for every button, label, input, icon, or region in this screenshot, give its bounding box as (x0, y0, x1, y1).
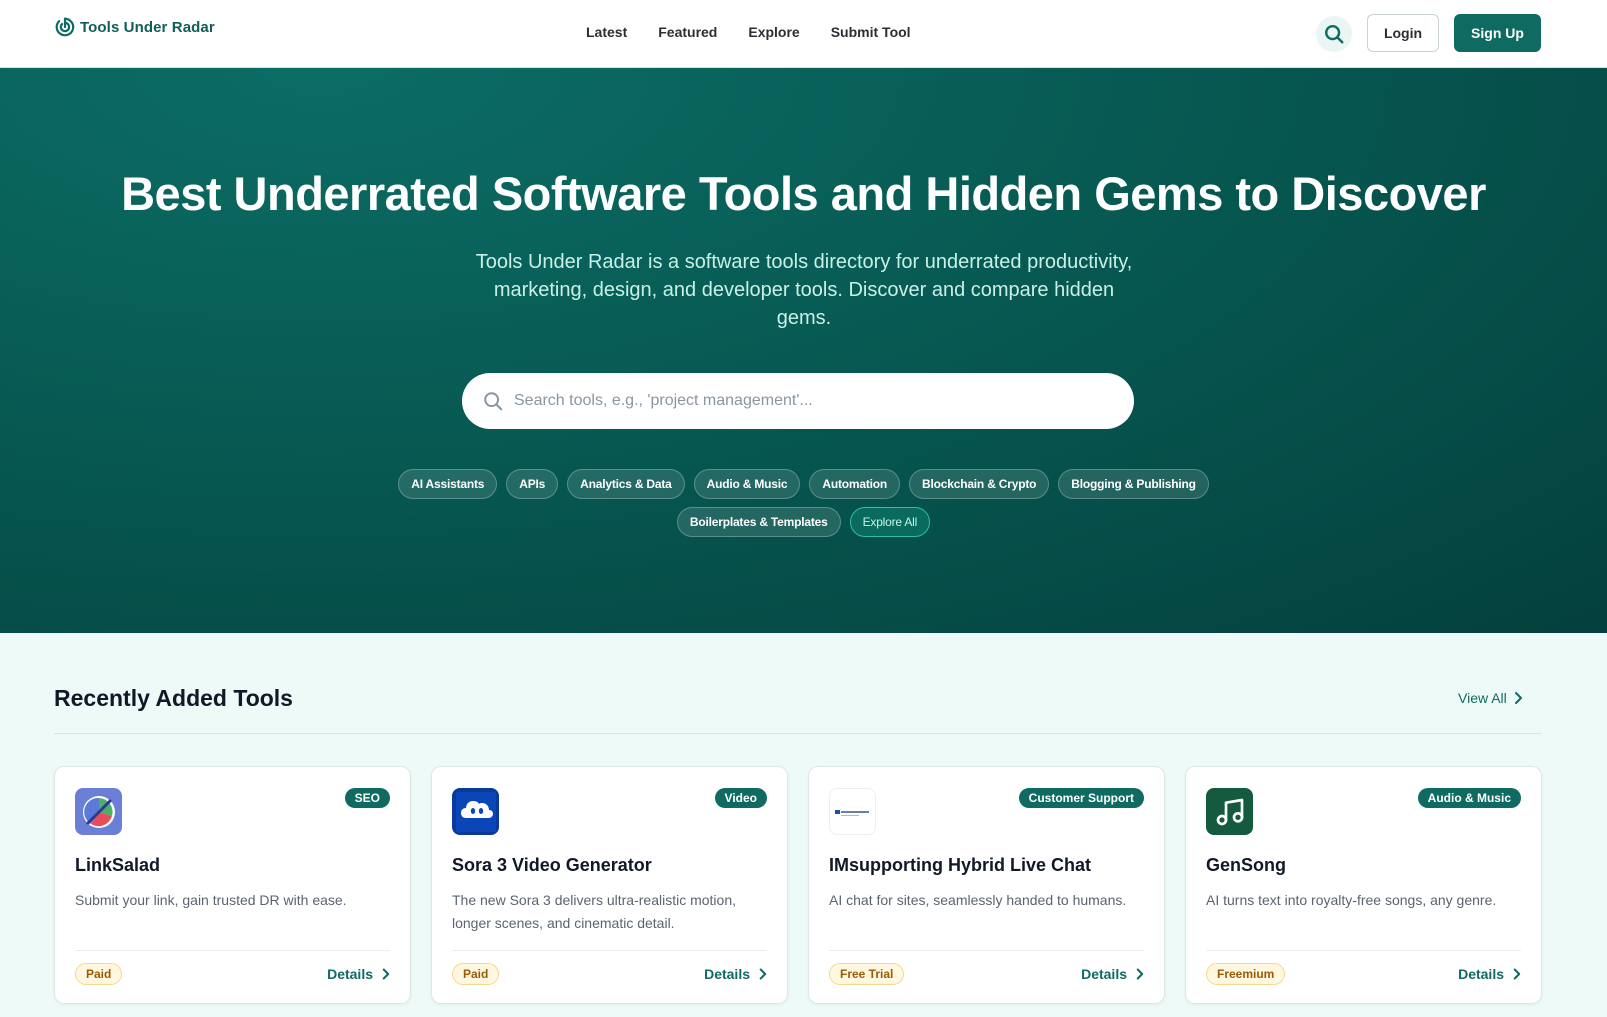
site-logo[interactable]: Tools Under Radar (54, 16, 215, 38)
section-divider (54, 733, 1541, 734)
category-chips-row-1: AI Assistants APIs Analytics & Data Audi… (0, 469, 1607, 499)
tool-card-imsupporting[interactable]: Customer Support IMsupporting Hybrid Liv… (808, 766, 1165, 1004)
hero-subtitle: Tools Under Radar is a software tools di… (475, 251, 1133, 329)
chevron-right-icon (382, 968, 390, 980)
category-badge: Video (714, 788, 767, 808)
chip-blockchain-crypto[interactable]: Blockchain & Crypto (909, 469, 1050, 499)
search-icon (484, 392, 503, 411)
header-search-button[interactable] (1316, 16, 1352, 52)
chip-ai-assistants[interactable]: AI Assistants (398, 469, 498, 499)
sora-logo (452, 788, 499, 835)
category-badge: Audio & Music (1417, 788, 1521, 808)
tool-description: AI turns text into royalty-free songs, a… (1206, 892, 1497, 908)
details-link[interactable]: Details (704, 966, 767, 982)
chip-analytics-data[interactable]: Analytics & Data (567, 469, 685, 499)
category-chips-row-2: Boilerplates & Templates Explore All (0, 507, 1607, 537)
chip-blogging-publishing[interactable]: Blogging & Publishing (1058, 469, 1209, 499)
tool-name[interactable]: LinkSalad (75, 855, 160, 876)
card-divider (452, 950, 767, 951)
details-label: Details (1081, 966, 1127, 982)
category-badge: Customer Support (1018, 788, 1144, 808)
tool-description: AI chat for sites, seamlessly handed to … (829, 892, 1127, 908)
logo-text: Tools Under Radar (80, 18, 215, 36)
chip-apis[interactable]: APIs (506, 469, 559, 499)
tool-card-linksalad[interactable]: SEO LinkSalad Submit your link, gain tru… (54, 766, 411, 1004)
pricing-badge: Paid (75, 963, 123, 985)
details-label: Details (327, 966, 373, 982)
tool-description: Submit your link, gain trusted DR with e… (75, 892, 347, 908)
details-label: Details (704, 966, 750, 982)
pricing-badge: Freemium (1206, 963, 1286, 985)
nav-explore[interactable]: Explore (748, 24, 799, 40)
tool-name[interactable]: GenSong (1206, 855, 1286, 876)
view-all-link[interactable]: View All (1458, 690, 1523, 706)
chip-automation[interactable]: Automation (809, 469, 901, 499)
tool-name[interactable]: IMsupporting Hybrid Live Chat (829, 855, 1091, 876)
tool-name[interactable]: Sora 3 Video Generator (452, 855, 652, 876)
imsupporting-logo-icon (834, 809, 869, 816)
chip-explore-all[interactable]: Explore All (849, 507, 931, 537)
search-icon (1325, 25, 1344, 44)
main-nav: Latest Featured Explore Submit Tool (586, 24, 911, 40)
tool-description: The new Sora 3 delivers ultra-realistic … (452, 892, 737, 931)
chip-audio-music[interactable]: Audio & Music (693, 469, 801, 499)
radar-logo-icon (55, 17, 75, 37)
pricing-badge: Free Trial (829, 963, 905, 985)
details-link[interactable]: Details (1458, 966, 1521, 982)
section-title: Recently Added Tools (54, 685, 293, 711)
imsupporting-logo (829, 788, 876, 835)
details-label: Details (1458, 966, 1504, 982)
chip-boilerplates-templates[interactable]: Boilerplates & Templates (676, 507, 841, 537)
tool-card-gensong[interactable]: Audio & Music GenSong AI turns text into… (1185, 766, 1542, 1004)
chevron-right-icon (759, 968, 767, 980)
linksalad-logo (75, 788, 122, 835)
category-badge: SEO (344, 788, 390, 808)
card-divider (829, 950, 1144, 951)
hero-search-input[interactable] (514, 392, 1114, 410)
music-note-icon (1216, 798, 1243, 825)
signup-button[interactable]: Sign Up (1454, 14, 1541, 52)
chevron-right-icon (1513, 968, 1521, 980)
tool-card-sora-3[interactable]: Video Sora 3 Video Generator The new Sor… (431, 766, 788, 1004)
nav-featured[interactable]: Featured (658, 24, 717, 40)
details-link[interactable]: Details (327, 966, 390, 982)
pricing-badge: Paid (452, 963, 500, 985)
card-divider (1206, 950, 1521, 951)
hero-title: Best Underrated Software Tools and Hidde… (121, 167, 1486, 220)
nav-latest[interactable]: Latest (586, 24, 627, 40)
view-all-label: View All (1458, 690, 1507, 706)
gensong-logo (1206, 788, 1253, 835)
details-link[interactable]: Details (1081, 966, 1144, 982)
site-header: Tools Under Radar Latest Featured Explor… (0, 0, 1607, 68)
login-button[interactable]: Login (1367, 14, 1439, 52)
hero-section: Best Underrated Software Tools and Hidde… (0, 68, 1607, 633)
card-divider (75, 950, 390, 951)
chevron-right-icon (1136, 968, 1144, 980)
nav-submit-tool[interactable]: Submit Tool (831, 24, 911, 40)
linksalad-logo-icon (82, 795, 115, 828)
chevron-right-icon (1514, 692, 1522, 704)
cloud-face-icon (455, 791, 496, 832)
hero-search-bar[interactable] (462, 373, 1134, 429)
